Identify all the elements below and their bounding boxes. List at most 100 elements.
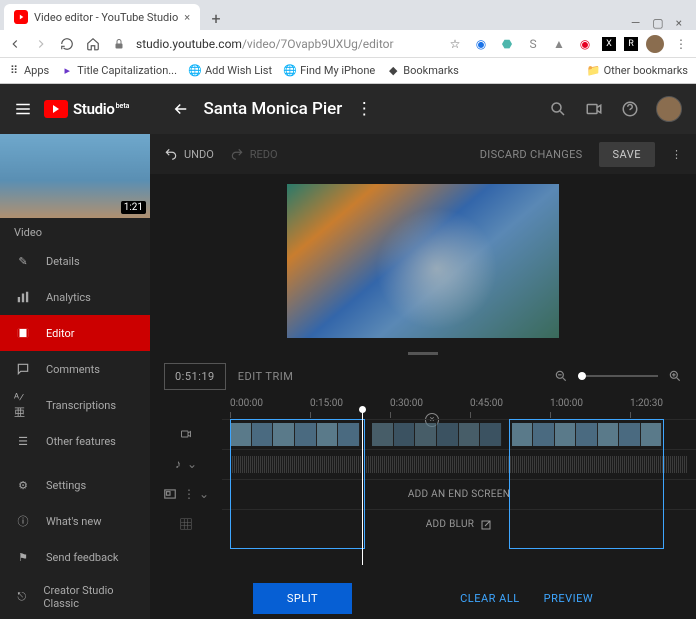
redo-button[interactable]: REDO bbox=[230, 147, 278, 161]
timecode-display[interactable]: 0:51:19 bbox=[164, 363, 226, 390]
other-bookmarks[interactable]: 📁Other bookmarks bbox=[588, 64, 688, 77]
back-arrow-button[interactable] bbox=[171, 99, 191, 119]
back-button[interactable] bbox=[6, 35, 24, 53]
title-menu-button[interactable]: ⋮ bbox=[354, 99, 374, 119]
brand-text: Studio bbox=[73, 100, 115, 118]
toolbar-menu-button[interactable]: ⋮ bbox=[671, 148, 682, 161]
bookmark-item[interactable]: ◆Bookmarks bbox=[387, 64, 459, 77]
minimize-button[interactable]: — bbox=[631, 16, 640, 30]
zoom-slider[interactable] bbox=[578, 375, 658, 377]
thumbnail-duration: 1:21 bbox=[121, 201, 146, 214]
zoom-out-button[interactable] bbox=[554, 369, 568, 383]
timeline: ♪⌄ ⋮⌄ 0:00:00 0:15:00 0:30:00 0:45:00 1:… bbox=[150, 393, 696, 577]
audio-track[interactable] bbox=[222, 449, 696, 479]
youtube-studio-app: Studio beta Santa Monica Pier ⋮ 1:21 Vid… bbox=[0, 84, 696, 619]
bookmark-item[interactable]: 🌐Add Wish List bbox=[189, 64, 272, 77]
help-button[interactable] bbox=[620, 99, 640, 119]
ext-icon[interactable]: ◉ bbox=[472, 35, 490, 53]
sidebar-item-comments[interactable]: Comments bbox=[0, 351, 150, 387]
tracks-area[interactable]: 0:00:00 0:15:00 0:30:00 0:45:00 1:00:00 … bbox=[222, 393, 696, 577]
video-preview[interactable] bbox=[150, 174, 696, 348]
ext-icon[interactable]: S bbox=[524, 35, 542, 53]
account-avatar[interactable] bbox=[656, 96, 682, 122]
video-track-label bbox=[150, 419, 222, 449]
resize-handle[interactable] bbox=[408, 352, 438, 355]
bookmarks-bar: ⠿Apps ▸Title Capitalization... 🌐Add Wish… bbox=[0, 58, 696, 84]
playhead[interactable] bbox=[362, 409, 363, 565]
sidebar-item-classic[interactable]: ⎋Creator Studio Classic bbox=[0, 575, 150, 619]
browser-menu[interactable]: ⋮ bbox=[672, 35, 690, 53]
bookmark-item[interactable]: 🌐Find My iPhone bbox=[284, 64, 375, 77]
star-button[interactable]: ☆ bbox=[446, 35, 464, 53]
ruler-tick: 0:30:00 bbox=[390, 398, 423, 409]
close-window-button[interactable]: × bbox=[676, 16, 682, 30]
ext-icon[interactable]: ◉ bbox=[576, 35, 594, 53]
ruler-tick: 1:20:30 bbox=[630, 398, 663, 409]
menu-button[interactable] bbox=[14, 100, 32, 118]
ext-icon[interactable]: ⬣ bbox=[498, 35, 516, 53]
sidebar-item-settings[interactable]: ⚙Settings bbox=[0, 467, 150, 503]
open-icon bbox=[480, 519, 492, 531]
video-clip[interactable] bbox=[230, 423, 360, 446]
film-icon bbox=[14, 324, 32, 342]
time-ruler[interactable]: 0:00:00 0:15:00 0:30:00 0:45:00 1:00:00 … bbox=[222, 393, 696, 419]
video-clip[interactable] bbox=[512, 423, 662, 446]
ruler-tick: 1:00:00 bbox=[550, 398, 583, 409]
ruler-tick: 0:00:00 bbox=[230, 398, 263, 409]
apps-button[interactable]: ⠿Apps bbox=[8, 64, 49, 77]
ext-icon[interactable]: X bbox=[602, 37, 616, 51]
sidebar-item-other[interactable]: ☰Other features bbox=[0, 423, 150, 459]
video-track[interactable] bbox=[222, 419, 696, 449]
zoom-in-button[interactable] bbox=[668, 369, 682, 383]
sidebar-item-analytics[interactable]: Analytics bbox=[0, 279, 150, 315]
discard-button[interactable]: DISCARD CHANGES bbox=[480, 148, 583, 161]
endscreen-track[interactable]: ADD AN END SCREEN bbox=[222, 479, 696, 509]
translate-icon: ᴬ⁄亜 bbox=[14, 396, 32, 414]
ext-icon[interactable]: ▲ bbox=[550, 35, 568, 53]
split-button[interactable]: SPLIT bbox=[253, 583, 352, 614]
sidebar-item-transcriptions[interactable]: ᴬ⁄亜Transcriptions bbox=[0, 387, 150, 423]
editor-main: UNDO REDO DISCARD CHANGES SAVE ⋮ 0:51:19… bbox=[150, 134, 696, 619]
ruler-tick: 0:15:00 bbox=[310, 398, 343, 409]
undo-button[interactable]: UNDO bbox=[164, 147, 214, 161]
forward-button[interactable] bbox=[32, 35, 50, 53]
search-button[interactable] bbox=[548, 99, 568, 119]
audio-track-label[interactable]: ♪⌄ bbox=[150, 449, 222, 479]
reload-button[interactable] bbox=[58, 35, 76, 53]
app-header: Studio beta Santa Monica Pier ⋮ bbox=[0, 84, 696, 134]
comment-icon bbox=[14, 360, 32, 378]
close-tab-icon[interactable]: × bbox=[184, 11, 190, 24]
browser-tab[interactable]: Video editor - YouTube Studio × bbox=[4, 4, 200, 30]
extension-icons: ◉ ⬣ S ▲ ◉ X R ⋮ bbox=[472, 35, 690, 53]
sidebar-item-details[interactable]: ✎Details bbox=[0, 243, 150, 279]
maximize-button[interactable]: ▢ bbox=[652, 16, 663, 30]
chevron-down-icon: ⌄ bbox=[187, 457, 197, 471]
clear-all-button[interactable]: CLEAR ALL bbox=[460, 592, 520, 605]
edit-trim-button[interactable]: EDIT TRIM bbox=[238, 370, 294, 383]
video-clip[interactable] bbox=[372, 423, 502, 446]
page-title-group: Santa Monica Pier ⋮ bbox=[171, 99, 374, 119]
bookmark-item[interactable]: ▸Title Capitalization... bbox=[61, 64, 177, 77]
ext-icon[interactable]: R bbox=[624, 37, 638, 51]
new-tab-button[interactable]: + bbox=[204, 6, 228, 30]
create-button[interactable] bbox=[584, 99, 604, 119]
feedback-icon: ⚑ bbox=[14, 548, 32, 566]
track-labels: ♪⌄ ⋮⌄ bbox=[150, 393, 222, 577]
profile-avatar[interactable] bbox=[646, 35, 664, 53]
youtube-icon bbox=[44, 100, 68, 118]
sidebar-item-feedback[interactable]: ⚑Send feedback bbox=[0, 539, 150, 575]
youtube-studio-logo[interactable]: Studio beta bbox=[44, 100, 129, 118]
lock-icon bbox=[110, 35, 128, 53]
blur-track[interactable]: ADD BLUR bbox=[222, 509, 696, 539]
preview-button[interactable]: PREVIEW bbox=[544, 592, 593, 605]
endscreen-track-label[interactable]: ⋮⌄ bbox=[150, 479, 222, 509]
video-thumbnail[interactable]: 1:21 bbox=[0, 134, 150, 218]
url-text[interactable]: studio.youtube.com/video/7Ovapb9UXUg/edi… bbox=[136, 37, 438, 51]
home-button[interactable] bbox=[84, 35, 102, 53]
add-end-screen-button[interactable]: ADD AN END SCREEN bbox=[222, 480, 696, 509]
sidebar-item-editor[interactable]: Editor bbox=[0, 315, 150, 351]
add-blur-button[interactable]: ADD BLUR bbox=[222, 510, 696, 539]
save-button[interactable]: SAVE bbox=[599, 142, 656, 167]
sidebar-item-whatsnew[interactable]: ⓘWhat's new bbox=[0, 503, 150, 539]
info-icon: ⓘ bbox=[14, 512, 32, 530]
